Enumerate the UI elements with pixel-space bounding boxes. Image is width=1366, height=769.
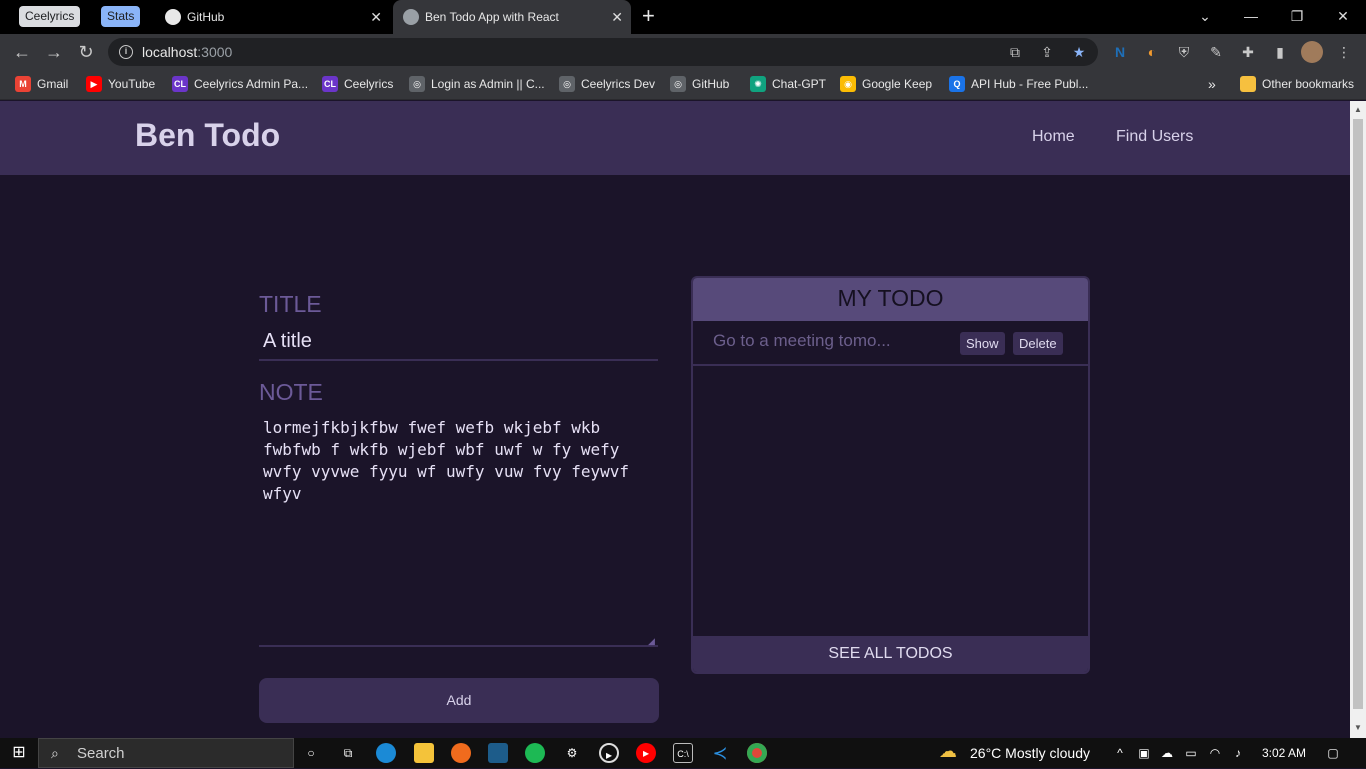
github-icon: ◎: [670, 76, 686, 92]
tab-strip: Ceelyrics Stats GitHub ✕ Ben Todo App wi…: [0, 0, 1366, 34]
extension-n-icon[interactable]: N: [1110, 42, 1130, 62]
app-page: Ben Todo Home Find Users TITLE NOTE lorm…: [0, 101, 1350, 738]
weather-cloud-icon[interactable]: ☁: [938, 741, 958, 761]
scroll-down-icon[interactable]: ▼: [1354, 723, 1362, 732]
extension-shield-icon[interactable]: ⛨: [1174, 42, 1194, 62]
taskbar-search[interactable]: ⌕ Search: [38, 738, 294, 768]
page-scrollbar[interactable]: ▲ ▼: [1350, 101, 1366, 738]
globe-icon: ◎: [559, 76, 575, 92]
youtube-icon: ▶: [86, 76, 102, 92]
share-icon[interactable]: ⇪: [1039, 44, 1055, 60]
settings-gear-icon[interactable]: ⚙: [562, 743, 582, 763]
onedrive-icon[interactable]: ☁: [1157, 743, 1177, 763]
delete-button[interactable]: Delete: [1013, 332, 1063, 355]
volume-icon[interactable]: ♪: [1228, 743, 1248, 763]
clock-time[interactable]: 3:02 AM: [1262, 738, 1306, 768]
close-window-button[interactable]: ✕: [1320, 0, 1366, 32]
add-button[interactable]: Add: [259, 678, 659, 723]
search-icon: ⌕: [51, 745, 59, 761]
ceelyrics-icon: CL: [172, 76, 188, 92]
chatgpt-icon: ✺: [750, 76, 766, 92]
file-explorer-icon[interactable]: [414, 743, 434, 763]
open-in-app-icon[interactable]: ⧉: [1007, 44, 1023, 60]
tab-ben-todo[interactable]: Ben Todo App with React ✕: [393, 0, 631, 34]
tab-title: Ben Todo App with React: [425, 10, 559, 24]
tab-group-ceelyrics[interactable]: Ceelyrics: [19, 6, 81, 27]
firefox-icon[interactable]: [451, 743, 471, 763]
back-button[interactable]: ←: [10, 40, 34, 64]
wifi-icon[interactable]: ◠: [1205, 743, 1225, 763]
todo-heading: MY TODO: [693, 278, 1088, 321]
address-url: localhost:3000: [142, 44, 233, 60]
spotify-icon[interactable]: [525, 743, 545, 763]
more-bookmarks-button[interactable]: »: [1208, 70, 1216, 98]
address-bar[interactable]: i localhost:3000 ⧉ ⇪ ★: [108, 38, 1098, 66]
close-icon[interactable]: ✕: [611, 0, 623, 34]
restore-button[interactable]: ❐: [1274, 0, 1320, 32]
github-icon: [165, 9, 181, 25]
keep-icon: ◉: [840, 76, 856, 92]
windows-taskbar: ⊞ ⌕ Search ○ ⧉ ⚙ ▸ ▸ C:\ ≺ ☁ 26°C Mostly…: [0, 738, 1366, 768]
todo-item-text: Go to a meeting tomo...: [713, 331, 891, 350]
extensions-puzzle-icon[interactable]: ✚: [1238, 42, 1258, 62]
app-header: Ben Todo Home Find Users: [0, 101, 1350, 175]
task-view-icon[interactable]: ⧉: [338, 743, 358, 763]
title-input[interactable]: [259, 323, 658, 361]
bookmark-star-icon[interactable]: ★: [1071, 44, 1087, 60]
search-label: Search: [77, 745, 125, 762]
note-label: NOTE: [259, 379, 323, 405]
tab-search-icon[interactable]: ⌄: [1182, 0, 1228, 32]
media-player-icon[interactable]: ▸: [599, 743, 619, 763]
weather-text[interactable]: 26°C Mostly cloudy: [970, 738, 1090, 768]
my-todo-card: MY TODO Go to a meeting tomo... Show Del…: [691, 276, 1090, 674]
windows-start-icon[interactable]: ⊞: [9, 743, 29, 763]
title-label: TITLE: [259, 291, 322, 317]
show-button[interactable]: Show: [960, 332, 1005, 355]
nav-home[interactable]: Home: [1032, 128, 1075, 146]
menu-kebab-icon[interactable]: ⋮: [1334, 42, 1354, 62]
profile-avatar[interactable]: [1301, 41, 1323, 63]
tab-title: GitHub: [187, 10, 225, 24]
todo-item: Go to a meeting tomo... Show Delete: [693, 321, 1088, 366]
brand-logo[interactable]: Ben Todo: [135, 117, 280, 154]
notifications-icon[interactable]: ▢: [1323, 743, 1343, 763]
gmail-icon: M: [15, 76, 31, 92]
globe-icon: [403, 9, 419, 25]
chrome-icon[interactable]: [747, 743, 767, 763]
scroll-up-icon[interactable]: ▲: [1354, 105, 1362, 114]
tab-github[interactable]: GitHub ✕: [155, 0, 390, 34]
side-panel-icon[interactable]: ▮: [1270, 42, 1290, 62]
ceelyrics-icon: CL: [322, 76, 338, 92]
youtube-app-icon[interactable]: ▸: [636, 743, 656, 763]
api-hub-icon: Q: [949, 76, 965, 92]
vscode-icon[interactable]: ≺: [710, 743, 730, 763]
close-icon[interactable]: ✕: [370, 0, 382, 34]
bookmarks-bar: M Gmail ▶ YouTube CL Ceelyrics Admin Pa.…: [0, 70, 1366, 100]
forward-button[interactable]: →: [42, 40, 66, 64]
battery-icon[interactable]: ▭: [1181, 743, 1201, 763]
nav-find-users[interactable]: Find Users: [1116, 128, 1193, 146]
browser-toolbar: ← → ↻ i localhost:3000 ⧉ ⇪ ★ N ◐ ⛨ ✎ ✚ ▮…: [0, 34, 1366, 70]
edge-icon[interactable]: [376, 743, 396, 763]
cortana-icon[interactable]: ○: [301, 743, 321, 763]
resize-grip-icon[interactable]: ◢: [648, 637, 657, 646]
extension-eyedropper-icon[interactable]: ✎: [1206, 42, 1226, 62]
terminal-icon[interactable]: C:\: [673, 743, 693, 763]
note-textarea[interactable]: lormejfkbjkfbw fwef wefb wkjebf wkb fwbf…: [259, 413, 658, 647]
tray-chevron-icon[interactable]: ^: [1110, 743, 1130, 763]
minimize-button[interactable]: —: [1228, 0, 1274, 32]
scrollbar-thumb[interactable]: [1353, 119, 1363, 709]
extension-orange-icon[interactable]: ◐: [1142, 42, 1162, 62]
new-tab-button[interactable]: +: [642, 4, 662, 28]
meet-now-icon[interactable]: ▣: [1134, 743, 1154, 763]
tab-group-stats[interactable]: Stats: [101, 6, 141, 27]
folder-icon: [1240, 76, 1256, 92]
globe-icon: ◎: [409, 76, 425, 92]
site-info-icon[interactable]: i: [119, 45, 133, 59]
app-blue-icon[interactable]: [488, 743, 508, 763]
see-all-todos-button[interactable]: SEE ALL TODOS: [693, 636, 1088, 672]
reload-button[interactable]: ↻: [74, 40, 98, 64]
